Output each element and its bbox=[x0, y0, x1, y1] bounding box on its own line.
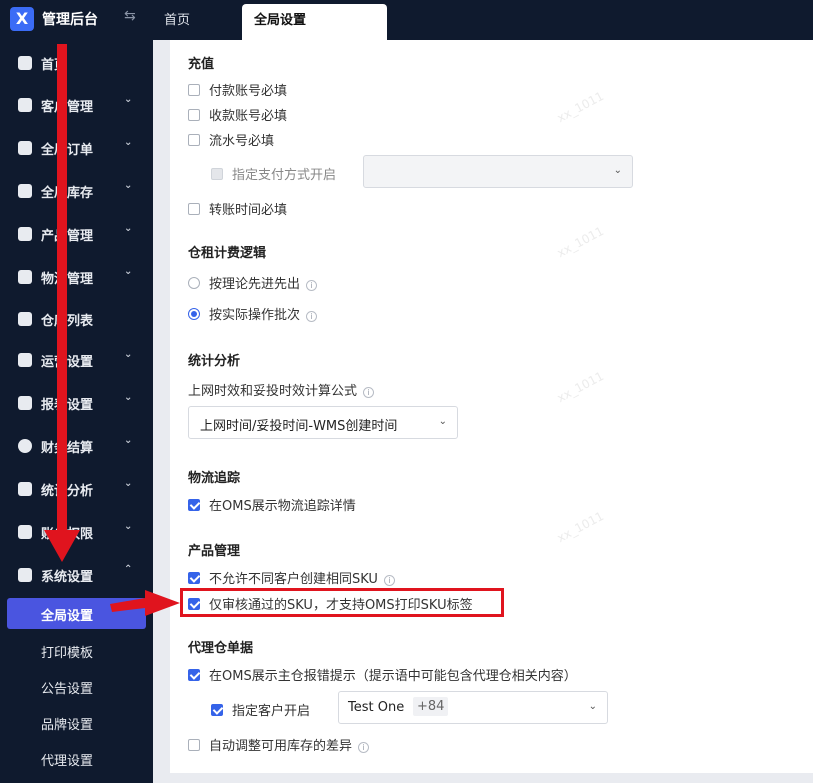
watermark: xx_1011 bbox=[554, 508, 607, 546]
checkbox[interactable] bbox=[211, 704, 223, 716]
main-content: xx_1011 xx_1011 xx_1011 xx_1011 充值 付款账号必… bbox=[153, 40, 813, 783]
chevron-down-icon: ⌄ bbox=[124, 521, 133, 532]
sidebar-item-home[interactable]: 首页 bbox=[0, 48, 153, 78]
checkbox[interactable] bbox=[188, 84, 200, 96]
home-icon bbox=[18, 56, 32, 70]
top-bar: X 管理后台 ⇆ 首页 全局设置 bbox=[0, 0, 813, 40]
collapse-sidebar-icon[interactable]: ⇆ bbox=[124, 8, 136, 24]
radio[interactable] bbox=[188, 308, 200, 320]
sidebar-item-products[interactable]: 产品管理 ⌄ bbox=[0, 219, 153, 249]
info-icon: i bbox=[363, 387, 375, 398]
checkbox[interactable] bbox=[188, 739, 200, 751]
section-stats-title: 统计分析 bbox=[188, 354, 241, 369]
truck-icon bbox=[18, 270, 32, 284]
cube-icon bbox=[18, 353, 32, 367]
watermark: xx_1011 bbox=[554, 223, 607, 261]
box-icon bbox=[18, 227, 32, 241]
chevron-down-icon: ⌄ bbox=[124, 349, 133, 360]
more-count-badge: +84 bbox=[413, 697, 449, 716]
option-payee-account[interactable]: 收款账号必填 bbox=[188, 105, 287, 124]
section-product-title: 产品管理 bbox=[188, 544, 241, 559]
sidebar-item-reports[interactable]: 报表设置 ⌄ bbox=[0, 388, 153, 418]
option-auto-adjust-stock[interactable]: 自动调整可用库存的差异 i bbox=[188, 735, 370, 754]
app-title: 管理后台 bbox=[42, 12, 98, 28]
sidebar-item-inventory[interactable]: 全局库存 ⌄ bbox=[0, 176, 153, 206]
chevron-down-icon: ⌄ bbox=[124, 137, 133, 148]
chart-icon bbox=[18, 482, 32, 496]
stats-formula-select[interactable]: 上网时间/妥投时间-WMS创建时间 ⌄ bbox=[188, 406, 458, 439]
option-payment-method: 指定支付方式开启 bbox=[211, 164, 336, 183]
checkbox[interactable] bbox=[188, 669, 200, 681]
sidebar-item-customers[interactable]: 客户管理 ⌄ bbox=[0, 90, 153, 120]
info-icon: i bbox=[383, 575, 395, 586]
sidebar-item-warehouse-list[interactable]: 仓库列表 bbox=[0, 304, 153, 334]
option-specific-customers[interactable]: 指定客户开启 bbox=[211, 700, 310, 719]
sidebar: 首页 客户管理 ⌄ 全局订单 ⌄ 全局库存 ⌄ 产品管理 ⌄ 物流管理 ⌄ 仓库列表 运营… bbox=[0, 40, 153, 783]
chevron-down-icon: ⌄ bbox=[124, 180, 133, 191]
option-transfer-time[interactable]: 转账时间必填 bbox=[188, 199, 287, 218]
chevron-down-icon: ⌄ bbox=[124, 478, 133, 489]
users-icon bbox=[18, 98, 32, 112]
chevron-down-icon: ⌄ bbox=[124, 223, 133, 234]
section-recharge-title: 充值 bbox=[188, 57, 215, 72]
checkbox[interactable] bbox=[188, 203, 200, 215]
chevron-down-icon: ⌄ bbox=[613, 164, 622, 176]
info-icon: i bbox=[306, 311, 318, 322]
option-oms-error-hint[interactable]: 在OMS展示主仓报错提示（提示语中可能包含代理仓相关内容） bbox=[188, 665, 577, 684]
checkbox[interactable] bbox=[188, 109, 200, 121]
section-rent-title: 仓租计费逻辑 bbox=[188, 246, 267, 261]
stats-formula-label: 上网时效和妥投时效计算公式 i bbox=[188, 380, 375, 399]
payment-method-select: ⌄ bbox=[363, 155, 633, 188]
coin-icon bbox=[18, 439, 32, 453]
sidebar-sub-proxy[interactable]: 代理设置 bbox=[41, 750, 93, 769]
watermark: xx_1011 bbox=[554, 368, 607, 406]
checkbox[interactable] bbox=[188, 134, 200, 146]
annotation-highlight-box bbox=[180, 588, 504, 617]
option-oms-tracking[interactable]: 在OMS展示物流追踪详情 bbox=[188, 495, 356, 514]
sidebar-item-system-settings[interactable]: 系统设置 ⌃ bbox=[0, 560, 153, 590]
report-icon bbox=[18, 396, 32, 410]
sidebar-item-orders[interactable]: 全局订单 ⌄ bbox=[0, 133, 153, 163]
warehouse-icon bbox=[18, 184, 32, 198]
org-icon bbox=[18, 525, 32, 539]
option-unique-sku[interactable]: 不允许不同客户创建相同SKU i bbox=[188, 568, 395, 587]
radio[interactable] bbox=[188, 277, 200, 289]
tab-home[interactable]: 首页 bbox=[144, 4, 210, 40]
option-theoretical-fifo[interactable]: 按理论先进先出 i bbox=[188, 273, 318, 292]
info-icon: i bbox=[306, 280, 318, 291]
sidebar-item-finance[interactable]: 财务结算 ⌄ bbox=[0, 431, 153, 461]
section-proxy-title: 代理仓单据 bbox=[188, 641, 254, 656]
chevron-down-icon: ⌄ bbox=[124, 435, 133, 446]
sidebar-sub-announcement[interactable]: 公告设置 bbox=[41, 678, 93, 697]
chevron-down-icon: ⌄ bbox=[124, 94, 133, 105]
checkbox[interactable] bbox=[188, 572, 200, 584]
sidebar-sub-brand[interactable]: 品牌设置 bbox=[41, 714, 93, 733]
chevron-up-icon: ⌃ bbox=[124, 564, 133, 575]
sidebar-item-operations[interactable]: 运营设置 ⌄ bbox=[0, 345, 153, 375]
sidebar-item-accounts[interactable]: 账户权限 ⌄ bbox=[0, 517, 153, 547]
building-icon bbox=[18, 312, 32, 326]
sidebar-sub-print-template[interactable]: 打印模板 bbox=[41, 642, 93, 661]
tab-global-settings[interactable]: 全局设置 bbox=[242, 4, 387, 40]
orders-icon bbox=[18, 141, 32, 155]
checkbox bbox=[211, 168, 223, 180]
sidebar-sub-global-settings[interactable]: 全局设置 bbox=[7, 598, 146, 629]
chevron-down-icon: ⌄ bbox=[588, 700, 597, 712]
hexagon-icon bbox=[18, 568, 32, 582]
customer-select[interactable]: Test One +84 ⌄ bbox=[338, 691, 608, 724]
section-tracking-title: 物流追踪 bbox=[188, 471, 241, 486]
chevron-down-icon: ⌄ bbox=[438, 415, 447, 427]
option-serial-number[interactable]: 流水号必填 bbox=[188, 130, 274, 149]
chevron-down-icon: ⌄ bbox=[124, 266, 133, 277]
checkbox[interactable] bbox=[188, 499, 200, 511]
sidebar-item-statistics[interactable]: 统计分析 ⌄ bbox=[0, 474, 153, 504]
sidebar-item-logistics[interactable]: 物流管理 ⌄ bbox=[0, 262, 153, 292]
chevron-down-icon: ⌄ bbox=[124, 392, 133, 403]
option-actual-batch[interactable]: 按实际操作批次 i bbox=[188, 304, 318, 323]
option-payer-account[interactable]: 付款账号必填 bbox=[188, 80, 287, 99]
info-icon: i bbox=[358, 742, 370, 753]
watermark: xx_1011 bbox=[554, 88, 607, 126]
app-logo: X bbox=[10, 7, 34, 31]
settings-panel: xx_1011 xx_1011 xx_1011 xx_1011 充值 付款账号必… bbox=[170, 40, 813, 773]
